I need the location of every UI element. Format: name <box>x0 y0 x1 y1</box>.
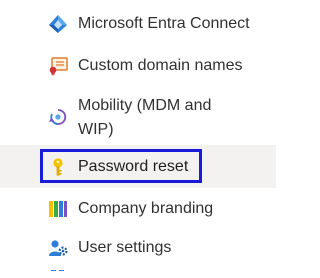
sidebar-item-label: Company branding <box>78 200 214 217</box>
sidebar-item-password-reset[interactable]: Password reset <box>0 145 276 188</box>
mobility-icon <box>47 106 69 128</box>
sidebar-item-label: User settings <box>78 239 172 256</box>
sidebar-item-label: Password reset <box>78 157 189 175</box>
partial-icon <box>47 270 69 278</box>
sidebar-item-label: Custom domain names <box>78 57 243 74</box>
sidebar-item-partial[interactable] <box>0 270 276 278</box>
sidebar-item-label: Microsoft Entra Connect <box>78 15 250 32</box>
sidebar-item-mobility[interactable]: Mobility (MDM and WIP) <box>0 94 276 140</box>
user-settings-icon <box>47 237 69 259</box>
company-branding-icon <box>47 198 69 220</box>
entra-connect-icon <box>47 13 69 35</box>
sidebar-item-user-settings[interactable]: User settings <box>0 235 276 261</box>
sidebar-item-custom-domain-names[interactable]: Custom domain names <box>0 53 276 79</box>
key-icon <box>47 156 69 178</box>
sidebar-item-label: Mobility (MDM and WIP) <box>78 97 212 138</box>
sidebar-nav: Microsoft Entra Connect Custom domain na… <box>0 0 276 278</box>
sidebar-item-entra-connect[interactable]: Microsoft Entra Connect <box>0 11 276 37</box>
custom-domain-icon <box>47 55 69 77</box>
sidebar-item-company-branding[interactable]: Company branding <box>0 196 276 222</box>
